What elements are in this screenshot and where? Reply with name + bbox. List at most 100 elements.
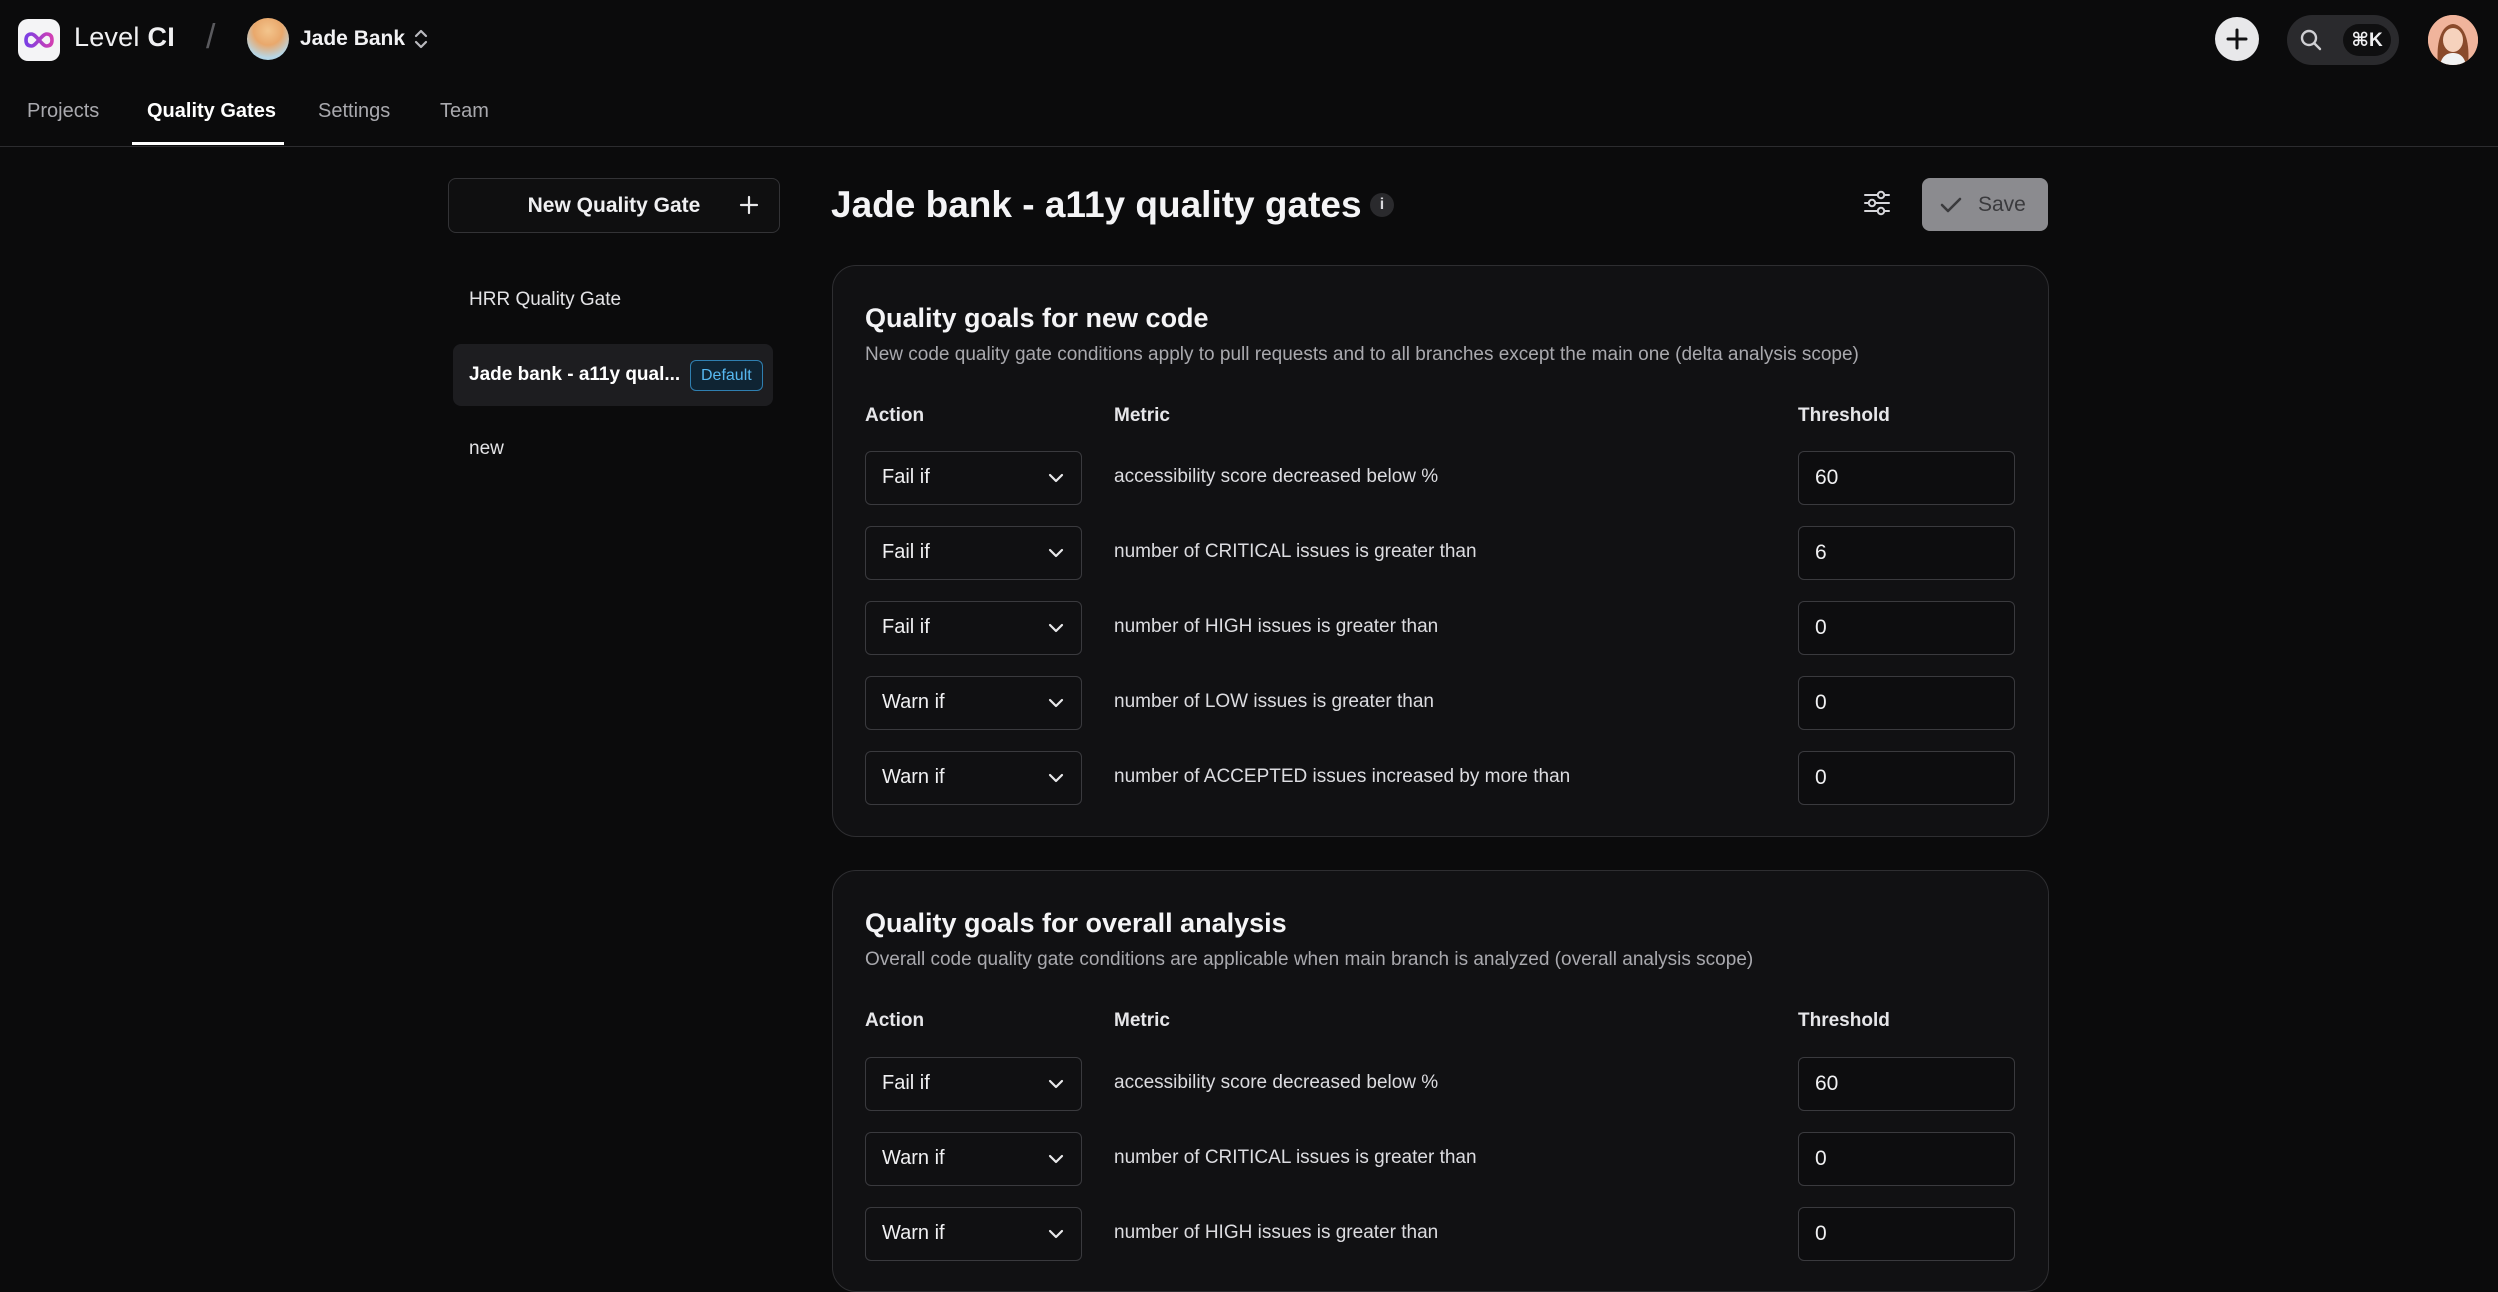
search-icon — [2300, 29, 2322, 51]
sidebar-item-jade-bank-a11y[interactable]: Jade bank - a11y qual... Default — [453, 344, 773, 406]
action-select[interactable]: Fail if — [865, 1057, 1082, 1111]
main-nav: Projects Quality Gates Settings Team — [0, 80, 2498, 147]
column-header-threshold: Threshold — [1798, 405, 1890, 426]
action-select[interactable]: Fail if — [865, 451, 1082, 505]
create-button[interactable] — [2215, 17, 2259, 61]
app-name-plain: Level — [74, 22, 140, 52]
metric-label: number of CRITICAL issues is greater tha… — [1114, 1147, 1477, 1168]
chevron-down-icon — [1048, 548, 1064, 558]
overall-analysis-goals-card: Quality goals for overall analysis Overa… — [832, 870, 2049, 1292]
threshold-input[interactable]: 0 — [1798, 751, 2015, 805]
condition-row: Warn if number of CRITICAL issues is gre… — [833, 1132, 2048, 1186]
sidebar-item-label: Jade bank - a11y qual... — [469, 364, 681, 385]
threshold-value: 6 — [1815, 541, 1827, 564]
filter-settings-button[interactable] — [1860, 186, 1894, 220]
sidebar-item-label: new — [469, 438, 504, 459]
sidebar-item-new[interactable]: new — [453, 418, 773, 480]
action-select[interactable]: Fail if — [865, 526, 1082, 580]
threshold-value: 60 — [1815, 1072, 1839, 1095]
chevron-down-icon — [1048, 473, 1064, 483]
condition-row: Fail if number of HIGH issues is greater… — [833, 601, 2048, 655]
threshold-input[interactable]: 60 — [1798, 1057, 2015, 1111]
chevron-down-icon — [1048, 1229, 1064, 1239]
action-value: Warn if — [882, 1222, 945, 1244]
threshold-input[interactable]: 0 — [1798, 1132, 2015, 1186]
threshold-input[interactable]: 0 — [1798, 601, 2015, 655]
action-select[interactable]: Fail if — [865, 601, 1082, 655]
condition-row: Fail if accessibility score decreased be… — [833, 1057, 2048, 1111]
app-name: Level CI — [74, 22, 175, 53]
threshold-value: 0 — [1815, 1222, 1827, 1245]
action-value: Warn if — [882, 766, 945, 788]
action-value: Fail if — [882, 616, 930, 638]
action-value: Fail if — [882, 1072, 930, 1094]
condition-row: Warn if number of ACCEPTED issues increa… — [833, 751, 2048, 805]
chevron-down-icon — [1048, 773, 1064, 783]
action-value: Fail if — [882, 541, 930, 563]
tab-quality-gates[interactable]: Quality Gates — [147, 100, 276, 123]
check-icon — [1940, 197, 1962, 213]
app-name-bold: CI — [147, 22, 175, 52]
new-quality-gate-button[interactable]: New Quality Gate — [448, 178, 780, 233]
section-title: Quality goals for new code — [865, 303, 1209, 333]
metric-label: number of HIGH issues is greater than — [1114, 616, 1439, 637]
chevron-down-icon — [1048, 623, 1064, 633]
threshold-value: 0 — [1815, 616, 1827, 639]
section-title: Quality goals for overall analysis — [865, 908, 1287, 938]
default-badge: Default — [690, 360, 763, 391]
sliders-icon — [1864, 190, 1890, 216]
tab-team[interactable]: Team — [440, 100, 489, 123]
logo-icon[interactable] — [18, 19, 60, 61]
threshold-value: 0 — [1815, 691, 1827, 714]
chevron-down-icon — [1048, 1079, 1064, 1089]
threshold-input[interactable]: 0 — [1798, 676, 2015, 730]
page-title: Jade bank - a11y quality gates — [831, 184, 1362, 225]
condition-row: Fail if number of CRITICAL issues is gre… — [833, 526, 2048, 580]
action-select[interactable]: Warn if — [865, 751, 1082, 805]
info-icon[interactable]: i — [1370, 193, 1394, 217]
threshold-input[interactable]: 0 — [1798, 1207, 2015, 1261]
plus-icon — [739, 195, 759, 215]
action-select[interactable]: Warn if — [865, 676, 1082, 730]
plus-icon — [2226, 28, 2248, 50]
action-value: Warn if — [882, 1147, 945, 1169]
sidebar-item-label: HRR Quality Gate — [469, 289, 622, 310]
active-tab-indicator — [132, 142, 284, 145]
new-quality-gate-label: New Quality Gate — [527, 194, 701, 217]
action-value: Warn if — [882, 691, 945, 713]
column-header-action: Action — [865, 1010, 925, 1031]
action-select[interactable]: Warn if — [865, 1207, 1082, 1261]
metric-label: number of CRITICAL issues is greater tha… — [1114, 541, 1477, 562]
sidebar-item-hrr-quality-gate[interactable]: HRR Quality Gate — [453, 269, 773, 331]
tab-projects[interactable]: Projects — [27, 100, 99, 123]
metric-label: number of ACCEPTED issues increased by m… — [1114, 766, 1571, 787]
save-button[interactable]: Save — [1922, 178, 2048, 231]
condition-row: Warn if number of HIGH issues is greater… — [833, 1207, 2048, 1261]
tab-settings[interactable]: Settings — [318, 100, 390, 123]
shortcut-badge: ⌘K — [2343, 24, 2391, 56]
search-button[interactable]: ⌘K — [2287, 15, 2399, 65]
threshold-input[interactable]: 60 — [1798, 451, 2015, 505]
threshold-value: 60 — [1815, 466, 1839, 489]
metric-label: accessibility score decreased below % — [1114, 1072, 1439, 1093]
section-description: New code quality gate conditions apply t… — [865, 344, 1859, 365]
org-name[interactable]: Jade Bank — [300, 27, 405, 51]
new-code-goals-card: Quality goals for new code New code qual… — [832, 265, 2049, 837]
chevron-up-down-icon[interactable] — [410, 24, 432, 54]
condition-row: Fail if accessibility score decreased be… — [833, 451, 2048, 505]
action-select[interactable]: Warn if — [865, 1132, 1082, 1186]
threshold-input[interactable]: 6 — [1798, 526, 2015, 580]
org-avatar[interactable] — [247, 18, 289, 60]
column-header-threshold: Threshold — [1798, 1010, 1890, 1031]
metric-label: number of HIGH issues is greater than — [1114, 1222, 1439, 1243]
separator: / — [206, 18, 216, 56]
column-header-metric: Metric — [1114, 1010, 1170, 1031]
column-header-metric: Metric — [1114, 405, 1170, 426]
metric-label: accessibility score decreased below % — [1114, 466, 1439, 487]
chevron-down-icon — [1048, 1154, 1064, 1164]
user-avatar[interactable] — [2428, 15, 2478, 65]
section-description: Overall code quality gate conditions are… — [865, 949, 1754, 970]
metric-label: number of LOW issues is greater than — [1114, 691, 1434, 712]
threshold-value: 0 — [1815, 766, 1827, 789]
condition-row: Warn if number of LOW issues is greater … — [833, 676, 2048, 730]
